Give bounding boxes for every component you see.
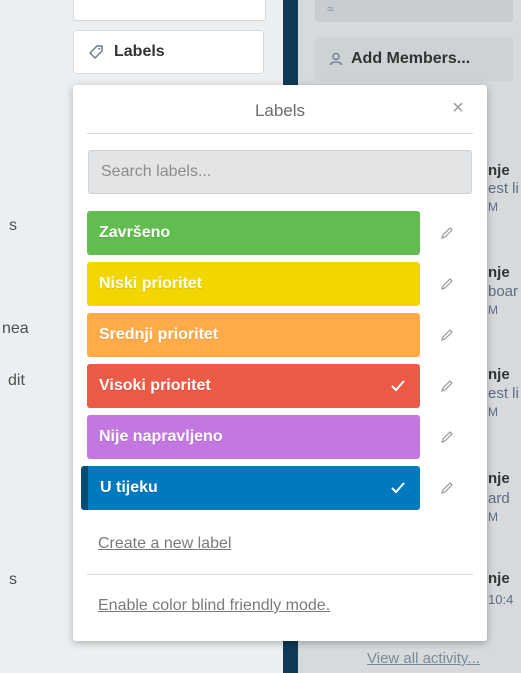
check-icon — [391, 380, 405, 392]
pencil-icon[interactable] — [439, 327, 455, 343]
activity-title: nje — [488, 570, 510, 587]
label-name: Visoki prioritet — [99, 377, 211, 394]
sidebar-button-partial[interactable] — [73, 0, 266, 21]
popup-title: Labels — [254, 101, 306, 120]
label-name: Srednji prioritet — [99, 326, 219, 343]
close-icon[interactable]: × — [447, 97, 469, 119]
left-text-fragment: dit — [8, 372, 25, 389]
label-option-srednji-prioritet[interactable]: Srednji prioritet — [87, 313, 420, 357]
label-option-visoki-prioritet[interactable]: Visoki prioritet — [87, 364, 420, 408]
pencil-icon[interactable] — [439, 429, 455, 445]
label-option-zavrseno[interactable]: Završeno — [87, 211, 420, 255]
label-name: Niski prioritet — [99, 275, 203, 292]
activity-time: M — [488, 200, 498, 214]
right-top-card[interactable]: ≈ — [315, 0, 513, 22]
left-text-fragment: s — [9, 217, 17, 234]
label-name: U tijeku — [100, 479, 158, 496]
double-chevron-icon: ≈ — [327, 2, 334, 16]
activity-title: nje — [488, 366, 510, 383]
tag-icon — [89, 45, 103, 59]
view-all-activity-link[interactable]: View all activity... — [367, 650, 480, 667]
activity-subtitle: boar — [488, 283, 519, 300]
label-option-niski-prioritet[interactable]: Niski prioritet — [87, 262, 420, 306]
search-labels-input[interactable] — [88, 150, 472, 194]
label-name: Nije napravljeno — [99, 428, 223, 445]
activity-time: M — [488, 303, 498, 317]
labels-popup: Labels × Završeno Niski prioritet Srednj… — [73, 85, 487, 641]
activity-title: nje — [488, 264, 510, 281]
activity-subtitle: 10:4 — [488, 592, 514, 607]
check-icon — [391, 482, 405, 494]
pencil-icon[interactable] — [439, 480, 455, 496]
labels-button[interactable]: Labels — [73, 30, 264, 74]
create-label-link[interactable]: Create a new label — [98, 535, 231, 553]
activity-title: nje — [488, 162, 510, 179]
pencil-icon[interactable] — [439, 378, 455, 394]
add-members-label: Add Members... — [351, 50, 471, 67]
activity-subtitle: ard — [488, 490, 510, 507]
left-text-fragment: s — [9, 571, 17, 588]
label-option-u-tijeku[interactable]: U tijeku — [81, 466, 420, 510]
activity-subtitle: est li — [488, 180, 519, 197]
label-option-nije-napravljeno[interactable]: Nije napravljeno — [87, 415, 420, 459]
activity-time: M — [488, 405, 498, 419]
labels-button-label: Labels — [114, 43, 165, 60]
person-icon — [329, 52, 343, 66]
left-text-fragment: nea — [2, 320, 29, 337]
activity-title: nje — [488, 470, 510, 487]
activity-time: M — [488, 510, 498, 524]
divider — [87, 574, 473, 575]
add-members-button[interactable]: Add Members... — [315, 37, 513, 81]
colorblind-mode-link[interactable]: Enable color blind friendly mode. — [98, 597, 330, 615]
label-name: Završeno — [99, 224, 171, 241]
activity-subtitle: est li — [488, 385, 519, 402]
pencil-icon[interactable] — [439, 225, 455, 241]
pencil-icon[interactable] — [439, 276, 455, 292]
divider — [87, 133, 473, 134]
